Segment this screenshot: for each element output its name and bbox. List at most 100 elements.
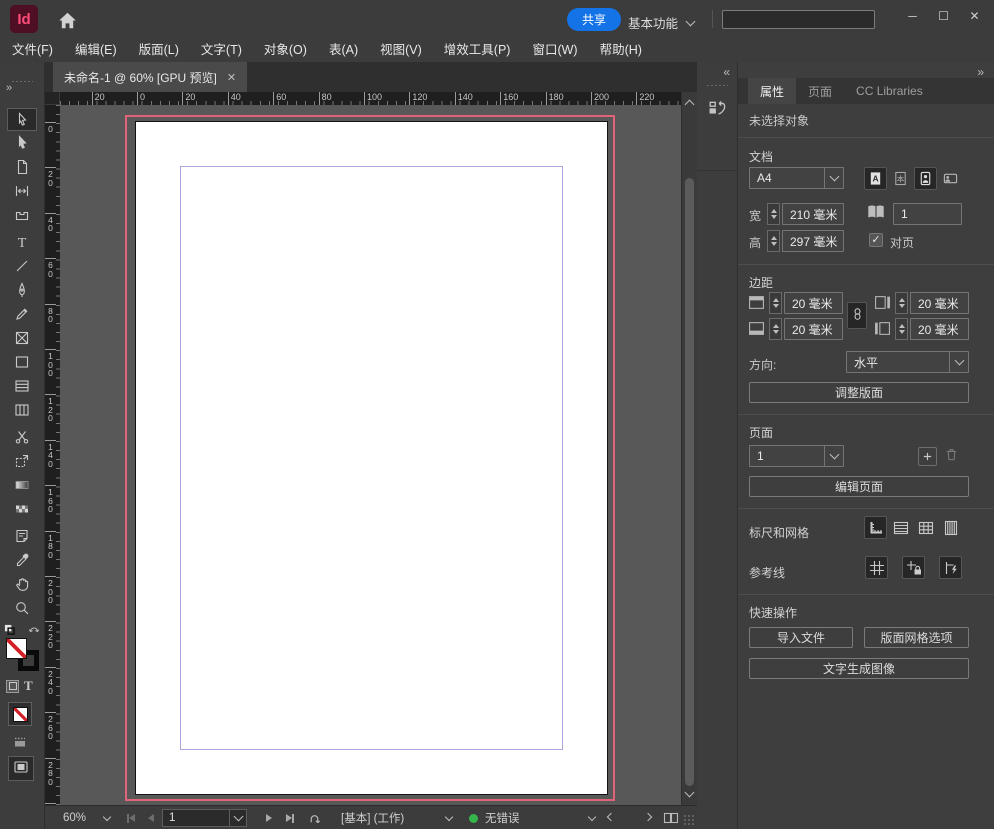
current-page-dropdown[interactable]: 1	[749, 445, 844, 467]
collapsed-panel-icon[interactable]	[703, 94, 732, 123]
formatting-affects-text-button[interactable]: T	[24, 678, 33, 694]
screen-mode-button[interactable]	[8, 756, 34, 781]
orientation-portrait-icon[interactable]	[914, 167, 937, 190]
page-number-dropdown[interactable]: 1	[162, 809, 247, 827]
menu-item-1[interactable]: 编辑(E)	[64, 38, 128, 62]
search-input[interactable]	[722, 10, 875, 29]
swap-fill-stroke-icon[interactable]	[27, 622, 41, 639]
panel-tab-0[interactable]: 属性	[748, 78, 797, 104]
note-tool[interactable]	[7, 524, 37, 548]
expand-dock-icon[interactable]: «	[723, 65, 730, 79]
share-button[interactable]: 共享	[567, 8, 622, 31]
type-tool[interactable]: T	[7, 230, 37, 254]
pencil-tool[interactable]	[7, 302, 37, 326]
menu-item-0[interactable]: 文件(F)	[1, 38, 64, 62]
document-grid-icon[interactable]	[914, 516, 937, 539]
home-icon[interactable]	[56, 9, 78, 31]
last-page-button[interactable]	[286, 806, 294, 829]
selection-tool[interactable]	[7, 108, 37, 131]
margin-left-field[interactable]: 20 毫米	[910, 318, 969, 340]
menu-item-9[interactable]: 帮助(H)	[589, 38, 653, 62]
text-to-image-button[interactable]: 文字生成图像	[749, 658, 969, 679]
horizontal-ruler[interactable]: 20 0 20 40 60 80 100 120 140 160 180 200 220	[60, 92, 681, 105]
vertical-scrollbar[interactable]	[681, 92, 697, 805]
height-stepper[interactable]	[767, 230, 780, 252]
close-tab-icon[interactable]: ✕	[227, 71, 236, 84]
menu-item-5[interactable]: 表(A)	[318, 38, 369, 62]
preflight-status[interactable]: 无错误	[485, 806, 520, 829]
edit-page-button[interactable]: 编辑页面	[749, 476, 969, 497]
page-tool[interactable]	[7, 155, 37, 179]
scroll-left-icon[interactable]	[606, 806, 616, 829]
document-page[interactable]	[136, 122, 607, 794]
next-page-button[interactable]	[266, 806, 272, 829]
margin-right-field[interactable]: 20 毫米	[910, 292, 969, 314]
width-stepper[interactable]	[767, 203, 780, 225]
margin-left-stepper[interactable]	[895, 318, 908, 340]
formatting-affects-container-button[interactable]	[6, 679, 19, 693]
pasteboard[interactable]	[60, 105, 681, 805]
preflight-profile[interactable]: [基本] (工作)	[341, 806, 404, 829]
expand-panel-icon[interactable]: »	[6, 82, 12, 94]
menu-item-7[interactable]: 增效工具(P)	[433, 38, 522, 62]
zoom-level-dropdown[interactable]: 60%	[63, 806, 86, 829]
link-margins-button[interactable]	[847, 302, 867, 329]
fill-swatch-none[interactable]	[6, 638, 27, 659]
scroll-right-icon[interactable]	[643, 806, 653, 829]
menu-item-2[interactable]: 版面(L)	[128, 38, 190, 62]
gradient-swatch-tool[interactable]	[7, 473, 37, 497]
ruler-corner-icon[interactable]	[864, 516, 887, 539]
rotate-spread-icon[interactable]	[307, 806, 322, 829]
add-page-button[interactable]	[918, 447, 937, 466]
menu-item-3[interactable]: 文字(T)	[190, 38, 253, 62]
rectangle-tool[interactable]	[7, 350, 37, 374]
hand-tool[interactable]	[7, 572, 37, 596]
margin-right-stepper[interactable]	[895, 292, 908, 314]
pen-tool[interactable]	[7, 278, 37, 302]
menu-item-8[interactable]: 窗口(W)	[521, 38, 588, 62]
spread-view-icon[interactable]	[663, 806, 679, 829]
width-field[interactable]: 210 毫米	[782, 203, 844, 225]
content-collector-tool[interactable]	[7, 203, 37, 227]
vertical-ruler[interactable]: 0204060801001201401601802002202402602803…	[45, 105, 60, 805]
workspace-switcher[interactable]: 基本功能	[628, 13, 696, 32]
scissors-tool[interactable]	[7, 425, 37, 449]
lock-guides-icon[interactable]	[902, 556, 925, 579]
pages-count-field[interactable]: 1	[893, 203, 962, 225]
adjust-layout-button[interactable]: 调整版面	[749, 382, 969, 403]
binding-rtl-icon[interactable]: 本	[889, 167, 912, 190]
resize-grip[interactable]	[683, 814, 695, 826]
frame-tool[interactable]	[7, 326, 37, 350]
margin-top-stepper[interactable]	[769, 292, 782, 314]
baseline-grid-icon[interactable]	[889, 516, 912, 539]
panel-grip[interactable]	[11, 80, 33, 83]
margin-bottom-field[interactable]: 20 毫米	[784, 318, 843, 340]
eyedropper-tool[interactable]	[7, 548, 37, 572]
line-tool[interactable]	[7, 254, 37, 278]
import-file-button[interactable]: 导入文件	[749, 627, 853, 648]
facing-pages-checkbox[interactable]: ✓	[869, 233, 883, 247]
orientation-landscape-icon[interactable]	[939, 167, 962, 190]
direction-dropdown[interactable]: 水平	[846, 351, 969, 373]
minimize-button[interactable]: ─	[897, 0, 928, 32]
frame-grid-icon[interactable]	[939, 516, 962, 539]
menu-item-6[interactable]: 视图(V)	[369, 38, 433, 62]
margin-bottom-stepper[interactable]	[769, 318, 782, 340]
scroll-down-icon[interactable]	[684, 787, 695, 798]
direct-selection-tool[interactable]	[7, 131, 37, 155]
panel-tab-1[interactable]: 页面	[796, 78, 844, 104]
layout-grid-options-button[interactable]: 版面网格选项	[864, 627, 969, 648]
panel-tab-2[interactable]: CC Libraries	[844, 78, 935, 104]
apply-none-button[interactable]	[8, 702, 32, 726]
delete-page-icon[interactable]	[944, 447, 959, 465]
ruler-origin-corner[interactable]	[45, 92, 60, 105]
gap-tool[interactable]	[7, 179, 37, 203]
scrollbar-thumb[interactable]	[685, 178, 694, 786]
maximize-button[interactable]: ☐	[928, 0, 959, 32]
free-transform-tool[interactable]	[7, 449, 37, 473]
show-guides-icon[interactable]	[865, 556, 888, 579]
horizontal-grid-tool[interactable]	[7, 374, 37, 398]
margin-top-field[interactable]: 20 毫米	[784, 292, 843, 314]
zoom-chevron-icon[interactable]	[102, 806, 112, 829]
scroll-up-icon[interactable]	[684, 99, 695, 110]
